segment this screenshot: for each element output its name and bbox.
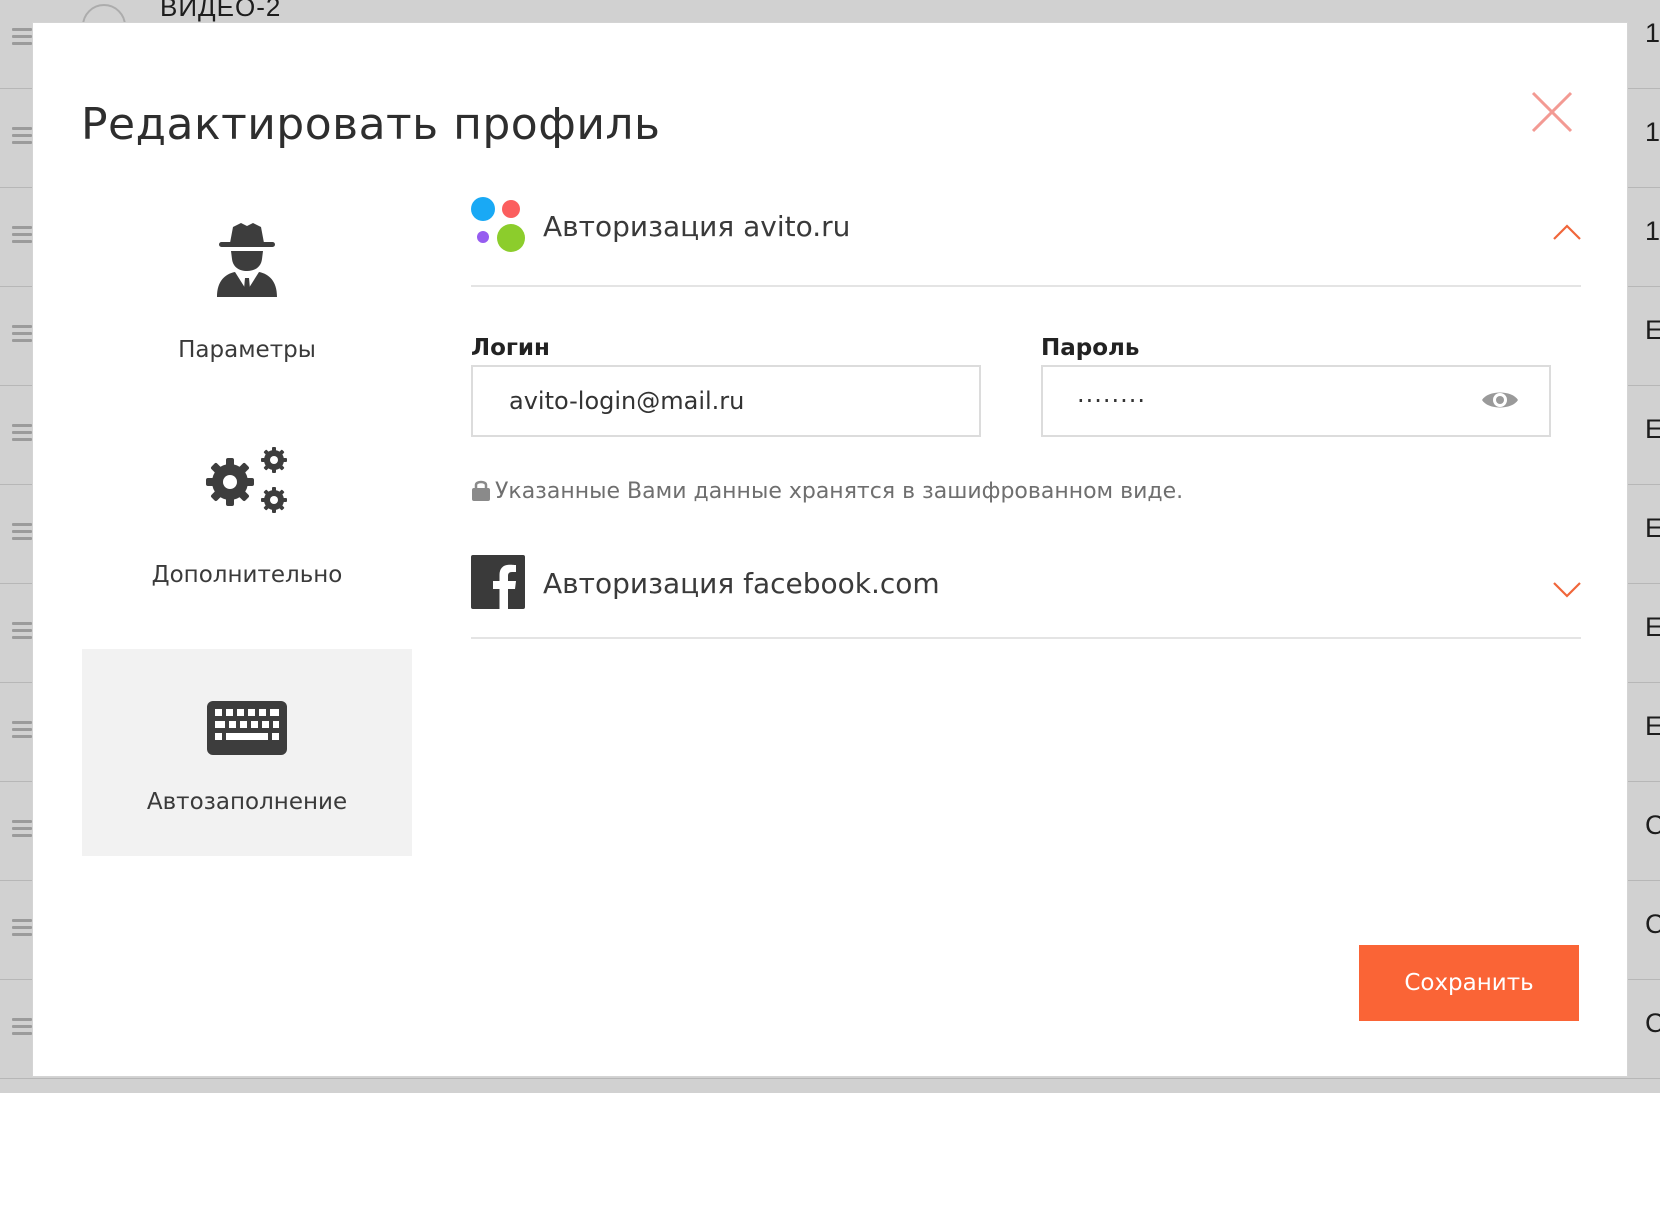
nav-item-label: Автозаполнение xyxy=(146,789,348,815)
gears-icon xyxy=(206,447,287,513)
encryption-note-text: Указанные Вами данные хранятся в зашифро… xyxy=(495,479,1184,504)
close-icon xyxy=(1531,91,1573,133)
chevron-up-icon xyxy=(1553,224,1581,240)
spy-icon xyxy=(217,223,277,297)
password-label: Пароль xyxy=(1041,335,1140,361)
nav-item-parameters[interactable]: Параметры xyxy=(82,199,412,406)
lock-icon xyxy=(472,480,490,501)
show-password-button[interactable] xyxy=(1481,387,1519,413)
eye-icon xyxy=(1482,392,1518,408)
avito-logo-icon xyxy=(471,197,525,252)
facebook-auth-header[interactable]: Авторизация facebook.com xyxy=(471,547,1581,639)
login-label: Логин xyxy=(471,335,550,361)
close-button[interactable] xyxy=(1527,87,1577,137)
avito-auth-title: Авторизация avito.ru xyxy=(543,210,851,243)
password-input[interactable] xyxy=(1041,365,1551,437)
avito-auth-header[interactable]: Авторизация avito.ru xyxy=(471,197,1581,287)
save-button[interactable]: Сохранить xyxy=(1359,945,1579,1021)
facebook-auth-title: Авторизация facebook.com xyxy=(543,567,940,600)
facebook-logo-icon xyxy=(471,555,525,609)
encryption-note: Указанные Вами данные хранятся в зашифро… xyxy=(471,479,1183,504)
modal-title: Редактировать профиль xyxy=(81,99,661,150)
keyboard-icon xyxy=(207,701,287,755)
nav-item-advanced[interactable]: Дополнительно xyxy=(82,424,412,631)
login-input[interactable] xyxy=(471,365,981,437)
nav-item-label: Дополнительно xyxy=(151,562,343,588)
nav-item-autofill[interactable]: Автозаполнение xyxy=(82,649,412,856)
edit-profile-modal: Редактировать профиль Параметры Дополнит… xyxy=(32,22,1628,1077)
nav-item-label: Параметры xyxy=(178,337,316,363)
chevron-down-icon xyxy=(1553,582,1581,598)
